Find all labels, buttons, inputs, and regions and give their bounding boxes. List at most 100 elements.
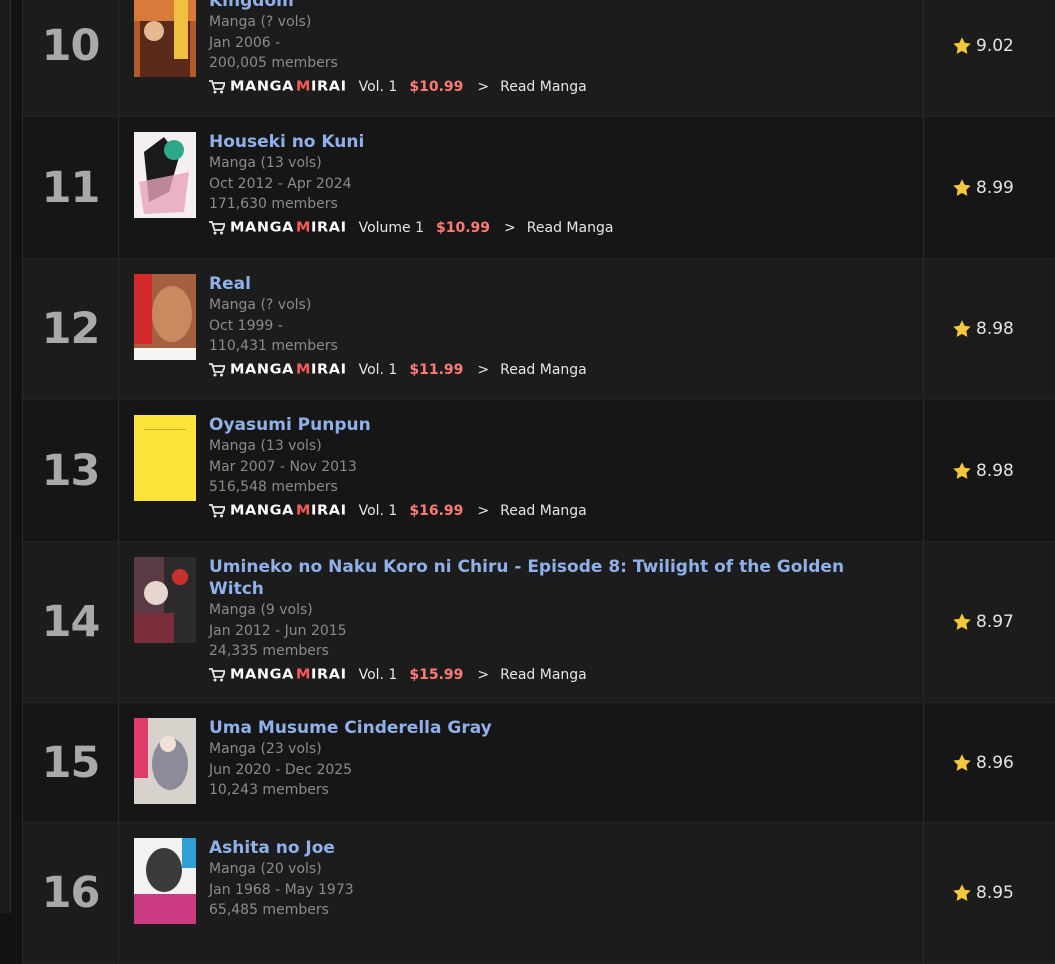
manga-dates: Jan 2012 - Jun 2015 bbox=[209, 622, 347, 639]
score-value: 9.02 bbox=[976, 36, 1014, 56]
ranking-row: 15 Uma Musume Cinderella Gray Manga (23 … bbox=[23, 703, 1055, 823]
read-manga-link[interactable]: Read Manga bbox=[500, 79, 587, 95]
manga-members: 65,485 members bbox=[209, 902, 329, 918]
rank-number: 10 bbox=[23, 0, 119, 116]
manga-members: 10,243 members bbox=[209, 782, 329, 798]
manga-type: Manga (? vols) bbox=[209, 297, 312, 313]
manga-title-link[interactable]: Houseki no Kuni bbox=[209, 131, 889, 153]
read-manga-link[interactable]: Read Manga bbox=[500, 503, 587, 519]
score-cell: 9.02 bbox=[924, 0, 1055, 116]
title-cell: Oyasumi Punpun Manga (13 vols) Mar 2007 … bbox=[119, 400, 924, 541]
title-cell: Real Manga (? vols) Oct 1999 - 110,431 m… bbox=[119, 259, 924, 399]
manga-title-link[interactable]: Umineko no Naku Koro ni Chiru - Episode … bbox=[209, 556, 889, 600]
manga-type: Manga (20 vols) bbox=[209, 861, 322, 877]
volume-link[interactable]: Vol. 1 bbox=[359, 79, 398, 95]
score-value: 8.96 bbox=[976, 752, 1014, 773]
price-link[interactable]: $11.99 bbox=[409, 362, 463, 378]
manga-title-link[interactable]: Real bbox=[209, 273, 889, 295]
buy-manga-bar: MANGA MIRAI Vol. 1 $11.99 > Read Manga bbox=[209, 360, 923, 380]
price-link[interactable]: $10.99 bbox=[409, 79, 463, 95]
score-cell: 8.96 bbox=[924, 703, 1055, 822]
manga-type: Manga (23 vols) bbox=[209, 741, 322, 757]
volume-link[interactable]: Vol. 1 bbox=[359, 667, 398, 683]
ranking-row: 11 Houseki no Kuni Manga (13 vols) Oct 2… bbox=[23, 117, 1055, 259]
rank-number: 13 bbox=[23, 400, 119, 541]
volume-link[interactable]: Vol. 1 bbox=[359, 362, 398, 378]
score-value: 8.98 bbox=[976, 319, 1014, 339]
cover-image[interactable] bbox=[134, 718, 196, 804]
price-link[interactable]: $15.99 bbox=[409, 667, 463, 683]
mangamirai-logo[interactable]: MANGA MIRAI bbox=[230, 362, 347, 377]
star-icon bbox=[953, 753, 971, 771]
score-value: 8.95 bbox=[976, 883, 1014, 903]
score-cell: 8.97 bbox=[924, 542, 1055, 702]
rank-number: 11 bbox=[23, 117, 119, 258]
manga-dates: Jan 2006 - bbox=[209, 34, 281, 51]
cart-icon bbox=[209, 79, 225, 93]
title-cell: Ashita no Joe Manga (20 vols) Jan 1968 -… bbox=[119, 823, 924, 963]
title-cell: Uma Musume Cinderella Gray Manga (23 vol… bbox=[119, 703, 924, 822]
ranking-row: 13 Oyasumi Punpun Manga (13 vols) Mar 20… bbox=[23, 400, 1055, 542]
manga-title-link[interactable]: Kingdom bbox=[209, 0, 889, 12]
manga-title-link[interactable]: Oyasumi Punpun bbox=[209, 414, 889, 436]
star-icon bbox=[953, 37, 971, 54]
manga-title-link[interactable]: Uma Musume Cinderella Gray bbox=[209, 717, 889, 739]
cart-icon bbox=[209, 667, 225, 681]
cover-image[interactable] bbox=[134, 132, 196, 218]
buy-manga-bar: MANGA MIRAI Volume 1 $10.99 > Read Manga bbox=[209, 218, 923, 238]
price-link[interactable]: $10.99 bbox=[436, 220, 490, 236]
manga-type: Manga (13 vols) bbox=[209, 155, 322, 171]
arrow-separator: > bbox=[477, 78, 490, 95]
rank-number: 15 bbox=[23, 703, 119, 822]
volume-link[interactable]: Volume 1 bbox=[359, 220, 424, 236]
score-value: 8.98 bbox=[976, 460, 1014, 481]
score-value: 8.99 bbox=[976, 177, 1014, 198]
score-cell: 8.98 bbox=[924, 400, 1055, 541]
manga-title-link[interactable]: Ashita no Joe bbox=[209, 837, 889, 859]
arrow-separator: > bbox=[477, 502, 490, 519]
ranking-row: 16 Ashita no Joe Manga (20 vols) Jan 196… bbox=[23, 823, 1055, 964]
star-icon bbox=[953, 461, 971, 479]
manga-members: 200,005 members bbox=[209, 55, 338, 71]
ranking-row: 12 Real Manga (? vols) Oct 1999 - 110,43… bbox=[23, 259, 1055, 400]
mangamirai-logo[interactable]: MANGA MIRAI bbox=[230, 79, 347, 94]
score-value: 8.97 bbox=[976, 612, 1014, 632]
star-icon bbox=[953, 320, 971, 337]
cover-image[interactable] bbox=[134, 274, 196, 360]
rank-number: 16 bbox=[23, 823, 119, 963]
manga-type: Manga (13 vols) bbox=[209, 438, 322, 454]
volume-link[interactable]: Vol. 1 bbox=[359, 503, 398, 519]
star-icon bbox=[953, 613, 971, 630]
cover-image[interactable] bbox=[134, 838, 196, 924]
manga-dates: Jun 2020 - Dec 2025 bbox=[209, 761, 353, 778]
manga-members: 171,630 members bbox=[209, 196, 338, 212]
mangamirai-logo[interactable]: MANGA MIRAI bbox=[230, 220, 347, 235]
read-manga-link[interactable]: Read Manga bbox=[527, 220, 614, 236]
price-link[interactable]: $16.99 bbox=[409, 503, 463, 519]
title-cell: Umineko no Naku Koro ni Chiru - Episode … bbox=[119, 542, 924, 702]
manga-dates: Oct 2012 - Apr 2024 bbox=[209, 175, 352, 192]
manga-type: Manga (9 vols) bbox=[209, 602, 313, 618]
cart-icon bbox=[209, 220, 225, 234]
ranking-row: 10 Kingdom Manga (? vols) Jan 2006 - 200… bbox=[23, 0, 1055, 117]
score-cell: 8.99 bbox=[924, 117, 1055, 258]
mangamirai-logo[interactable]: MANGA MIRAI bbox=[230, 667, 347, 682]
page-left-rail bbox=[0, 0, 11, 913]
cart-icon bbox=[209, 362, 225, 376]
star-icon bbox=[953, 884, 971, 901]
cover-image[interactable] bbox=[134, 415, 196, 501]
arrow-separator: > bbox=[477, 666, 490, 683]
manga-dates: Jan 1968 - May 1973 bbox=[209, 881, 354, 898]
cover-image[interactable] bbox=[134, 557, 196, 643]
manga-type: Manga (? vols) bbox=[209, 14, 312, 30]
read-manga-link[interactable]: Read Manga bbox=[500, 362, 587, 378]
buy-manga-bar: MANGA MIRAI Vol. 1 $15.99 > Read Manga bbox=[209, 665, 923, 685]
cover-image[interactable] bbox=[134, 0, 196, 77]
rank-number: 14 bbox=[23, 542, 119, 702]
ranking-row: 14 Umineko no Naku Koro ni Chiru - Episo… bbox=[23, 542, 1055, 703]
star-icon bbox=[953, 178, 971, 196]
arrow-separator: > bbox=[477, 361, 490, 378]
mangamirai-logo[interactable]: MANGA MIRAI bbox=[230, 503, 347, 518]
read-manga-link[interactable]: Read Manga bbox=[500, 667, 587, 683]
score-cell: 8.98 bbox=[924, 259, 1055, 399]
